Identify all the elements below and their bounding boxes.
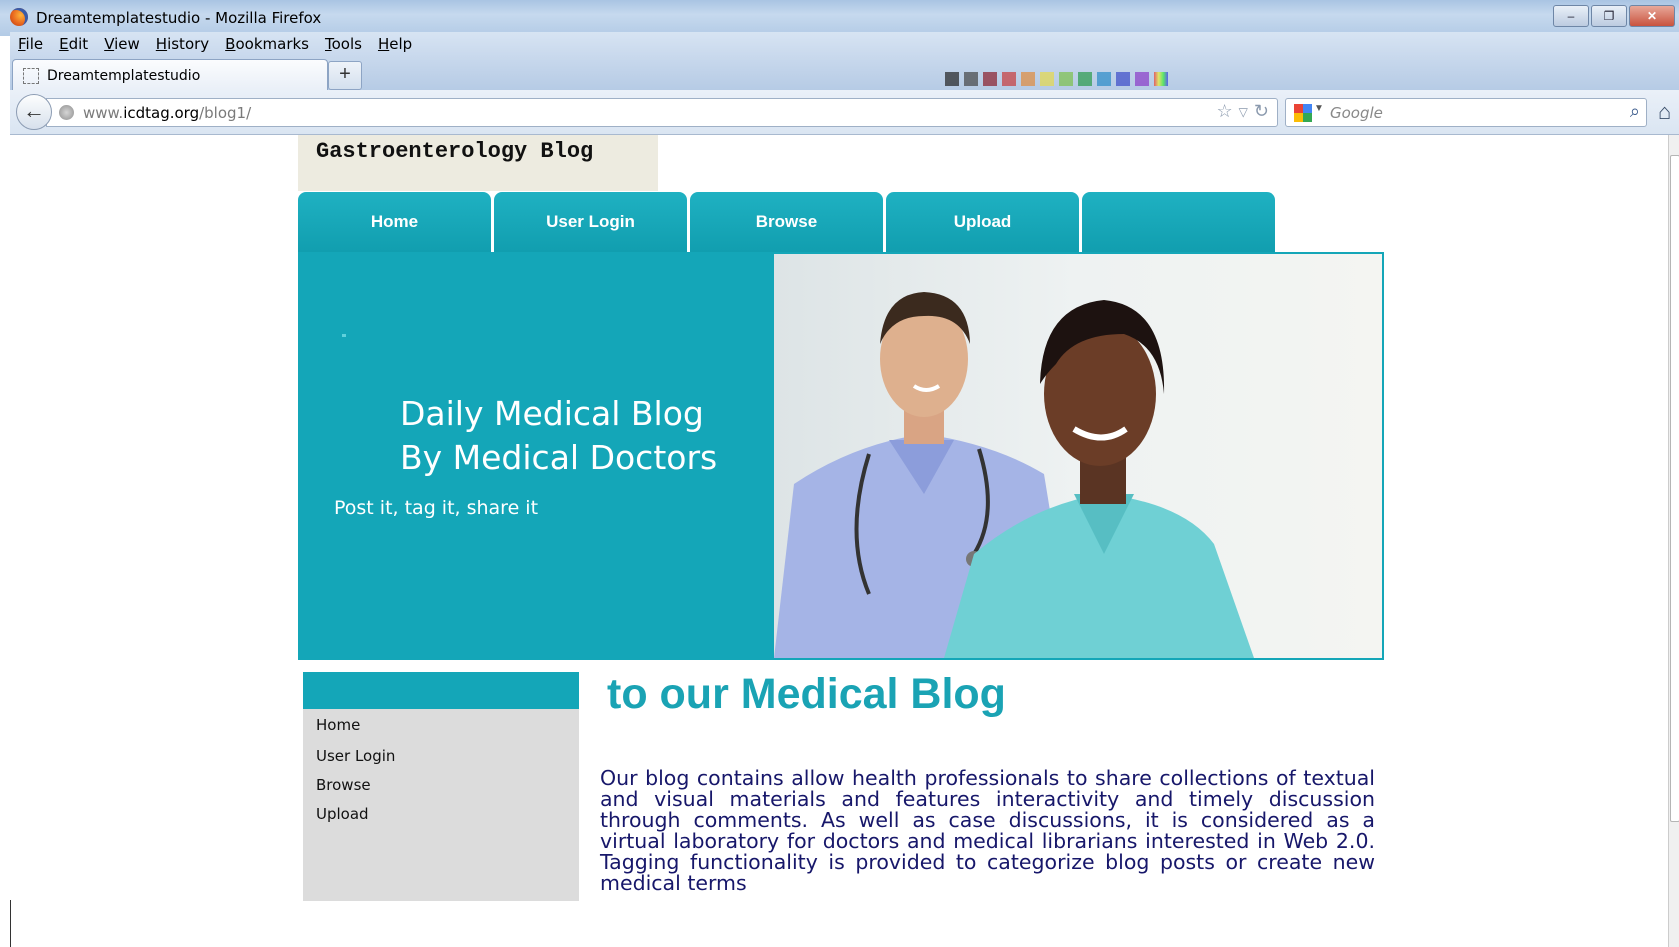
magnifier-icon[interactable]: ⌕	[1630, 101, 1640, 122]
minimize-icon[interactable]: –	[1553, 5, 1589, 27]
page-icon	[23, 67, 39, 84]
doctors-illustration	[774, 292, 1254, 658]
blog-title-box: Gastroenterology Blog	[298, 135, 658, 191]
reload-icon[interactable]: ↻	[1254, 101, 1269, 123]
swatch	[1078, 72, 1092, 86]
dropdown-arrow-icon[interactable]: ▽	[1239, 101, 1248, 123]
close-icon[interactable]: ✕	[1629, 5, 1675, 27]
swatch	[1135, 72, 1149, 86]
home-icon[interactable]: ⌂	[1658, 99, 1671, 125]
menu-file[interactable]: File	[10, 35, 51, 53]
navigation-toolbar: www.icdtag.org/blog1/ ☆ ▽ ↻ ← ▼ Google ⌕…	[10, 90, 1679, 135]
tab-dreamtemplatestudio[interactable]: Dreamtemplatestudio	[12, 59, 328, 91]
url-bar[interactable]: www.icdtag.org/blog1/ ☆ ▽ ↻	[46, 98, 1278, 127]
doctors-photo	[774, 254, 1382, 658]
menu-view[interactable]: View	[96, 35, 148, 53]
google-icon[interactable]	[1294, 104, 1312, 122]
swatch	[945, 72, 959, 86]
url-prefix: www.	[83, 104, 124, 122]
menu-tools[interactable]: Tools	[317, 35, 370, 53]
sidebar-item-user-login[interactable]: User Login	[316, 747, 395, 765]
url-host: icdtag.org	[123, 104, 200, 122]
restore-icon[interactable]: ❐	[1591, 5, 1627, 27]
welcome-heading: to our Medical Blog	[607, 670, 1006, 718]
new-tab-button[interactable]: +	[328, 61, 362, 90]
firefox-icon	[10, 8, 28, 26]
hero-heading: Daily Medical Blog By Medical Doctors	[400, 392, 717, 480]
swatch	[964, 72, 978, 86]
hero-tagline: Post it, tag it, share it	[334, 497, 539, 519]
url-text[interactable]: www.icdtag.org/blog1/	[83, 104, 251, 122]
nav-browse[interactable]: Browse	[690, 192, 883, 252]
swatch	[983, 72, 997, 86]
scrollbar-thumb[interactable]	[1670, 155, 1679, 822]
window-title: Dreamtemplatestudio - Mozilla Firefox	[36, 9, 322, 27]
sidebar-item-home[interactable]: Home	[316, 716, 360, 734]
swatch	[1040, 72, 1054, 86]
nav-user-login[interactable]: User Login	[494, 192, 687, 252]
nav-empty-tab[interactable]	[1082, 192, 1275, 252]
window-titlebar: Dreamtemplatestudio - Mozilla Firefox – …	[0, 0, 1679, 36]
url-path: /blog1/	[199, 104, 252, 122]
hero-heading-line-1: Daily Medical Blog	[400, 394, 704, 433]
url-actions: ☆ ▽ ↻	[1217, 101, 1269, 123]
swatch	[1059, 72, 1073, 86]
search-bar[interactable]: ▼ Google ⌕	[1285, 98, 1647, 127]
swatch	[1002, 72, 1016, 86]
tab-label: Dreamtemplatestudio	[47, 67, 201, 84]
sidebar-item-upload[interactable]: Upload	[316, 805, 369, 823]
menu-bar: File Edit View History Bookmarks Tools H…	[10, 32, 1679, 56]
persona-swatches	[945, 72, 1168, 86]
swatch	[1021, 72, 1035, 86]
decorative-dot	[342, 334, 346, 337]
tab-bar: Dreamtemplatestudio +	[10, 56, 1679, 91]
vertical-scrollbar[interactable]	[1668, 135, 1679, 947]
window-border	[10, 900, 11, 947]
back-arrow-icon[interactable]: ←	[16, 94, 52, 130]
search-engine-dropdown-icon[interactable]: ▼	[1314, 103, 1324, 114]
nav-upload[interactable]: Upload	[886, 192, 1079, 252]
sidebar: Home User Login Browse Upload	[303, 672, 579, 901]
menu-edit[interactable]: Edit	[51, 35, 96, 53]
sidebar-header	[303, 672, 579, 709]
intro-paragraph: Our blog contains allow health professio…	[600, 766, 1375, 895]
hero-banner: Daily Medical Blog By Medical Doctors Po…	[298, 252, 1384, 660]
site-identity-icon[interactable]	[59, 105, 74, 120]
bookmark-star-icon[interactable]: ☆	[1217, 101, 1233, 123]
nav-home[interactable]: Home	[298, 192, 491, 252]
menu-history[interactable]: History	[148, 35, 217, 53]
menu-bookmarks[interactable]: Bookmarks	[217, 35, 317, 53]
hero-heading-line-2: By Medical Doctors	[400, 438, 718, 477]
blog-title: Gastroenterology Blog	[316, 139, 594, 164]
swatch	[1116, 72, 1130, 86]
swatch	[1154, 72, 1168, 86]
swatch	[1097, 72, 1111, 86]
window-controls: – ❐ ✕	[1553, 5, 1675, 27]
menu-help[interactable]: Help	[370, 35, 420, 53]
sidebar-item-browse[interactable]: Browse	[316, 776, 371, 794]
search-input[interactable]: Google	[1330, 104, 1383, 122]
